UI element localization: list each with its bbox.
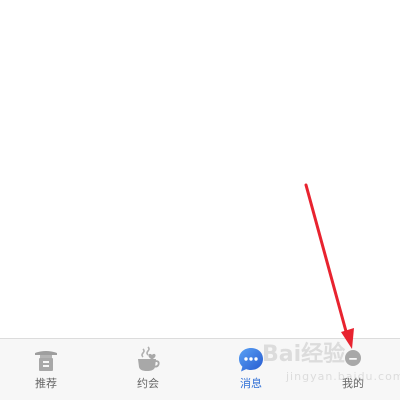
tab-messages[interactable]: 消息 <box>211 339 291 400</box>
temple-icon <box>35 351 57 371</box>
chat-bubble-icon <box>239 348 263 372</box>
tab-recommend[interactable]: 推荐 <box>6 339 86 400</box>
tab-date-label: 约会 <box>137 378 159 390</box>
tab-date[interactable]: 约会 <box>108 339 188 400</box>
tab-mine[interactable]: 我的 <box>313 339 393 400</box>
main-content-area <box>0 0 400 338</box>
coffee-cup-icon <box>138 346 160 371</box>
bottom-tab-bar: 推荐 约会 消息 我的 <box>0 338 400 400</box>
tab-recommend-label: 推荐 <box>35 378 57 390</box>
person-icon <box>345 350 361 366</box>
tab-messages-label: 消息 <box>240 378 262 390</box>
tab-mine-label: 我的 <box>342 378 364 390</box>
